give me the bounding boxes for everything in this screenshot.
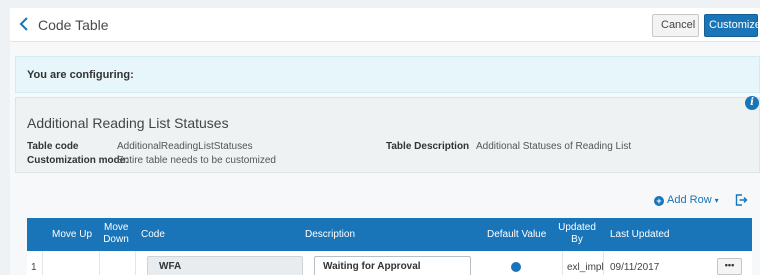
col-updated-by-line2[interactable]: By [557,234,597,245]
table-title: Additional Reading List Statuses [27,115,229,131]
row-index: 1 [31,262,37,273]
code-field: WFA [147,256,303,275]
customize-button[interactable]: Customize [704,14,760,37]
chevron-left-icon[interactable] [16,16,32,32]
col-move-up[interactable]: Move Up [52,229,92,240]
row-actions-button[interactable]: ••• [717,258,742,275]
updated-by-value: exl_impl [567,262,604,273]
table-description-label: Table Description [386,141,470,152]
info-icon[interactable]: i [745,96,759,110]
customization-mode-value: Entire table needs to be customized [117,155,276,166]
column-divider [135,251,136,275]
caret-down-icon: ▾ [714,196,719,205]
cancel-button[interactable]: Cancel [652,14,699,37]
configuring-text: You are configuring: [27,69,134,81]
export-icon[interactable] [734,193,748,207]
last-updated-value: 09/11/2017 [610,262,660,273]
add-row-button[interactable]: + Add Row ▾ [654,194,719,208]
col-move-down-line1[interactable]: Move [104,222,128,233]
table-row[interactable]: 1 WFA Waiting for Approval exl_impl 09/1… [27,251,752,275]
table-code-label: Table code [27,141,79,152]
table-info-panel: i Additional Reading List Statuses Table… [15,96,760,173]
column-divider [99,251,100,275]
table-description-value: Additional Statuses of Reading List [476,141,632,152]
plus-circle-icon: + [654,196,664,206]
col-last-updated[interactable]: Last Updated [610,229,670,240]
column-divider [562,251,563,275]
page-header: Code Table Cancel Customize [10,8,760,42]
col-move-down-line2[interactable]: Down [103,234,129,245]
table-code-value: AdditionalReadingListStatuses [117,141,253,152]
col-code[interactable]: Code [141,229,165,240]
column-divider [42,251,43,275]
add-row-label: Add Row [667,194,712,206]
description-input[interactable]: Waiting for Approval [314,256,471,275]
col-updated-by-line1[interactable]: Updated [557,222,597,233]
col-description[interactable]: Description [305,229,355,240]
page-title: Code Table [38,17,109,33]
configuring-banner: You are configuring: [15,56,760,93]
page-frame: Code Table Cancel Customize You are conf… [10,8,760,275]
default-value-radio[interactable] [511,262,521,272]
customization-mode-label: Customization mode: [27,155,129,166]
col-default-value[interactable]: Default Value [487,229,546,240]
table-header: Move Up Move Down Code Description Defau… [27,218,752,251]
